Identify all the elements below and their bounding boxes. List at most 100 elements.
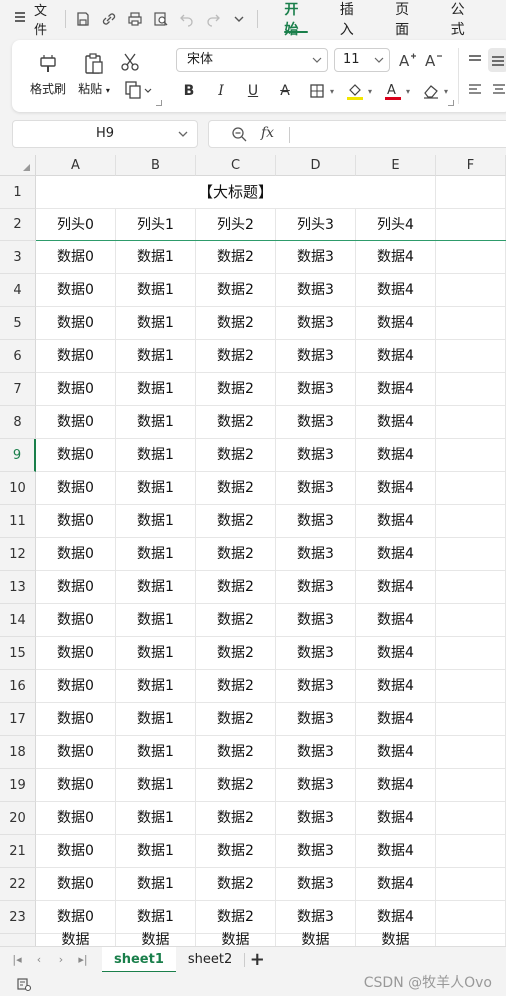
data-cell[interactable]: 数据4 — [356, 637, 436, 670]
data-cell[interactable]: 数据2 — [196, 604, 276, 637]
sheet-tab-sheet2[interactable]: sheet2 — [176, 947, 244, 973]
data-cell[interactable]: 数据3 — [276, 274, 356, 307]
align-left-icon[interactable] — [468, 82, 482, 100]
data-cell[interactable]: 数据0 — [36, 307, 116, 340]
column-header-d[interactable]: D — [276, 155, 356, 176]
data-cell[interactable]: 数据3 — [276, 703, 356, 736]
data-cell[interactable]: 数据2 — [196, 571, 276, 604]
data-cell[interactable]: 数据0 — [36, 604, 116, 637]
data-cell[interactable]: 数据1 — [116, 538, 196, 571]
row-header-20[interactable]: 20 — [0, 802, 36, 835]
data-cell[interactable] — [436, 703, 506, 736]
column-title-cell[interactable]: 列头1 — [116, 209, 196, 241]
row-header-2[interactable]: 2 — [0, 209, 36, 241]
data-cell[interactable]: 数据2 — [196, 505, 276, 538]
strikethrough-icon[interactable]: A — [274, 80, 296, 102]
sheet-tab-sheet1[interactable]: sheet1 — [102, 946, 176, 973]
data-cell[interactable] — [436, 934, 506, 946]
column-title-cell[interactable]: 列头4 — [356, 209, 436, 241]
data-cell[interactable] — [436, 868, 506, 901]
title-cell[interactable]: 【大标题】 — [36, 176, 436, 209]
tab-formula[interactable]: 公式 — [451, 0, 474, 38]
clipboard-dialog-launcher[interactable] — [156, 100, 162, 106]
prev-sheet-icon[interactable]: ‹ — [28, 953, 50, 966]
data-cell[interactable]: 数据4 — [356, 439, 436, 472]
row-header-8[interactable]: 8 — [0, 406, 36, 439]
data-cell[interactable]: 数据4 — [356, 505, 436, 538]
data-cell[interactable] — [436, 736, 506, 769]
row-header-10[interactable]: 10 — [0, 472, 36, 505]
macro-record-icon[interactable] — [16, 976, 32, 996]
data-cell[interactable]: 数据3 — [276, 670, 356, 703]
data-cell[interactable]: 数据1 — [116, 307, 196, 340]
data-cell[interactable]: 数据3 — [276, 307, 356, 340]
data-cell[interactable]: 数据1 — [116, 736, 196, 769]
chevron-down-icon[interactable]: ▾ — [406, 87, 410, 96]
data-cell[interactable]: 数据2 — [196, 670, 276, 703]
print-preview-icon[interactable] — [151, 9, 171, 29]
data-cell[interactable]: 数据4 — [356, 373, 436, 406]
data-cell[interactable]: 数据0 — [36, 670, 116, 703]
data-cell[interactable]: 数据1 — [116, 835, 196, 868]
data-cell[interactable]: 数据3 — [276, 472, 356, 505]
data-cell[interactable]: 数据0 — [36, 736, 116, 769]
data-cell[interactable]: 数据3 — [276, 439, 356, 472]
data-cell[interactable]: 数据4 — [356, 835, 436, 868]
undo-icon[interactable] — [177, 9, 197, 29]
column-header-c[interactable]: C — [196, 155, 276, 176]
data-cell[interactable] — [436, 538, 506, 571]
data-cell[interactable]: 数据0 — [36, 241, 116, 274]
row-header-4[interactable]: 4 — [0, 274, 36, 307]
data-cell[interactable] — [436, 406, 506, 439]
align-middle-button[interactable] — [488, 48, 506, 72]
data-cell[interactable]: 数据0 — [36, 637, 116, 670]
data-cell[interactable]: 数据1 — [116, 406, 196, 439]
row-header-6[interactable]: 6 — [0, 340, 36, 373]
data-cell[interactable]: 数据1 — [116, 769, 196, 802]
cut-icon[interactable] — [120, 52, 140, 76]
paste-button[interactable]: 粘贴 ▾ — [74, 48, 114, 97]
chevron-down-icon[interactable]: ▾ — [330, 87, 334, 96]
first-sheet-icon[interactable]: |◂ — [6, 953, 28, 966]
column-title-cell[interactable]: 列头0 — [36, 209, 116, 241]
data-cell[interactable] — [436, 571, 506, 604]
bold-icon[interactable]: B — [178, 80, 200, 102]
data-cell[interactable]: 数据1 — [116, 472, 196, 505]
data-cell[interactable]: 数据2 — [196, 637, 276, 670]
data-cell[interactable] — [436, 637, 506, 670]
data-cell[interactable] — [436, 604, 506, 637]
data-cell[interactable]: 数据1 — [116, 670, 196, 703]
row-header-9[interactable]: 9 — [0, 439, 36, 472]
italic-icon[interactable]: I — [210, 80, 232, 102]
data-cell[interactable]: 数据2 — [196, 769, 276, 802]
data-cell[interactable]: 数据1 — [116, 703, 196, 736]
data-cell[interactable] — [436, 307, 506, 340]
save-icon[interactable] — [73, 9, 93, 29]
border-icon[interactable] — [306, 80, 328, 102]
data-cell[interactable]: 数据0 — [36, 538, 116, 571]
tab-home[interactable]: 开始 — [284, 0, 309, 38]
data-cell[interactable]: 数据2 — [196, 307, 276, 340]
data-cell[interactable]: 数据4 — [356, 571, 436, 604]
row-header-partial[interactable] — [0, 934, 36, 946]
zoom-icon[interactable] — [231, 126, 247, 146]
row-header-11[interactable]: 11 — [0, 505, 36, 538]
data-cell[interactable]: 数据3 — [276, 340, 356, 373]
data-cell[interactable]: 数据 — [116, 930, 196, 946]
next-sheet-icon[interactable]: › — [50, 953, 72, 966]
data-cell[interactable]: 数据1 — [116, 274, 196, 307]
font-size-select[interactable]: 11 — [334, 48, 390, 72]
data-cell[interactable]: 数据0 — [36, 406, 116, 439]
data-cell[interactable] — [436, 340, 506, 373]
data-cell[interactable] — [436, 241, 506, 274]
last-sheet-icon[interactable]: ▸| — [72, 953, 94, 966]
data-cell[interactable] — [436, 505, 506, 538]
row-header-14[interactable]: 14 — [0, 604, 36, 637]
data-cell[interactable]: 数据1 — [116, 571, 196, 604]
data-cell[interactable]: 数据3 — [276, 769, 356, 802]
data-cell[interactable]: 数据1 — [116, 505, 196, 538]
tab-insert[interactable]: 插入 — [340, 0, 363, 38]
font-dialog-launcher[interactable] — [448, 100, 454, 106]
chevron-down-icon[interactable]: ▾ — [444, 87, 448, 96]
data-cell[interactable]: 数据4 — [356, 406, 436, 439]
